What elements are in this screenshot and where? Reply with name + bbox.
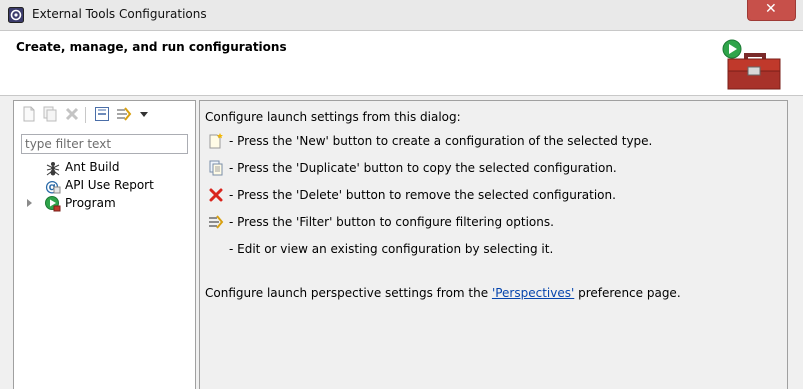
configuration-tree-panel: Ant Build @ API Use Report Program: [13, 100, 196, 389]
close-icon: ✕: [765, 1, 777, 17]
panel-heading: Configure launch settings from this dial…: [205, 110, 461, 124]
perspectives-link[interactable]: 'Perspectives': [492, 286, 574, 300]
app-icon: [8, 7, 24, 23]
dialog-header-title: Create, manage, and run configurations: [16, 40, 287, 54]
perspectives-footer: Configure launch perspective settings fr…: [205, 286, 681, 300]
tree-item-label: Ant Build: [65, 160, 120, 174]
help-text: - Press the 'Duplicate' button to copy t…: [229, 161, 617, 175]
help-text: - Edit or view an existing configuration…: [229, 242, 554, 256]
launch-settings-panel: Configure launch settings from this dial…: [199, 100, 788, 389]
view-menu-dropdown-icon[interactable]: [136, 106, 152, 122]
footer-text-before: Configure launch perspective settings fr…: [205, 286, 492, 300]
tree-item-program[interactable]: Program: [27, 195, 185, 213]
delete-icon[interactable]: [64, 106, 80, 122]
tree-item-api-use-report[interactable]: @ API Use Report: [45, 177, 185, 195]
dialog-header: Create, manage, and run configurations: [0, 31, 803, 96]
duplicate-icon: [209, 160, 223, 176]
new-configuration-icon[interactable]: [21, 106, 37, 122]
help-text: - Press the 'Filter' button to configure…: [229, 215, 554, 229]
api-report-icon: @: [45, 179, 61, 194]
tree-item-ant-build[interactable]: Ant Build: [45, 159, 185, 177]
program-run-icon: [45, 196, 61, 212]
collapse-all-icon[interactable]: [94, 106, 110, 122]
ant-icon: [46, 162, 60, 176]
filter-icon: [209, 215, 224, 229]
tree-item-label: Program: [65, 196, 116, 210]
tree-toolbar: [14, 101, 195, 129]
window-title: External Tools Configurations: [32, 7, 207, 21]
filter-icon[interactable]: [116, 106, 132, 122]
new-icon: [209, 133, 223, 149]
delete-icon: [209, 188, 223, 202]
window-title-bar: External Tools Configurations ✕: [0, 0, 803, 31]
help-text: - Press the 'New' button to create a con…: [229, 134, 653, 148]
toolbox-run-icon: [722, 39, 781, 90]
help-text: - Press the 'Delete' button to remove th…: [229, 188, 616, 202]
toolbar-separator: [85, 107, 86, 123]
duplicate-icon[interactable]: [42, 106, 58, 122]
filter-input[interactable]: [21, 134, 188, 154]
footer-text-after: preference page.: [574, 286, 681, 300]
close-button[interactable]: ✕: [747, 0, 796, 21]
tree-item-label: API Use Report: [65, 178, 154, 192]
expand-arrow-icon[interactable]: [27, 199, 32, 207]
